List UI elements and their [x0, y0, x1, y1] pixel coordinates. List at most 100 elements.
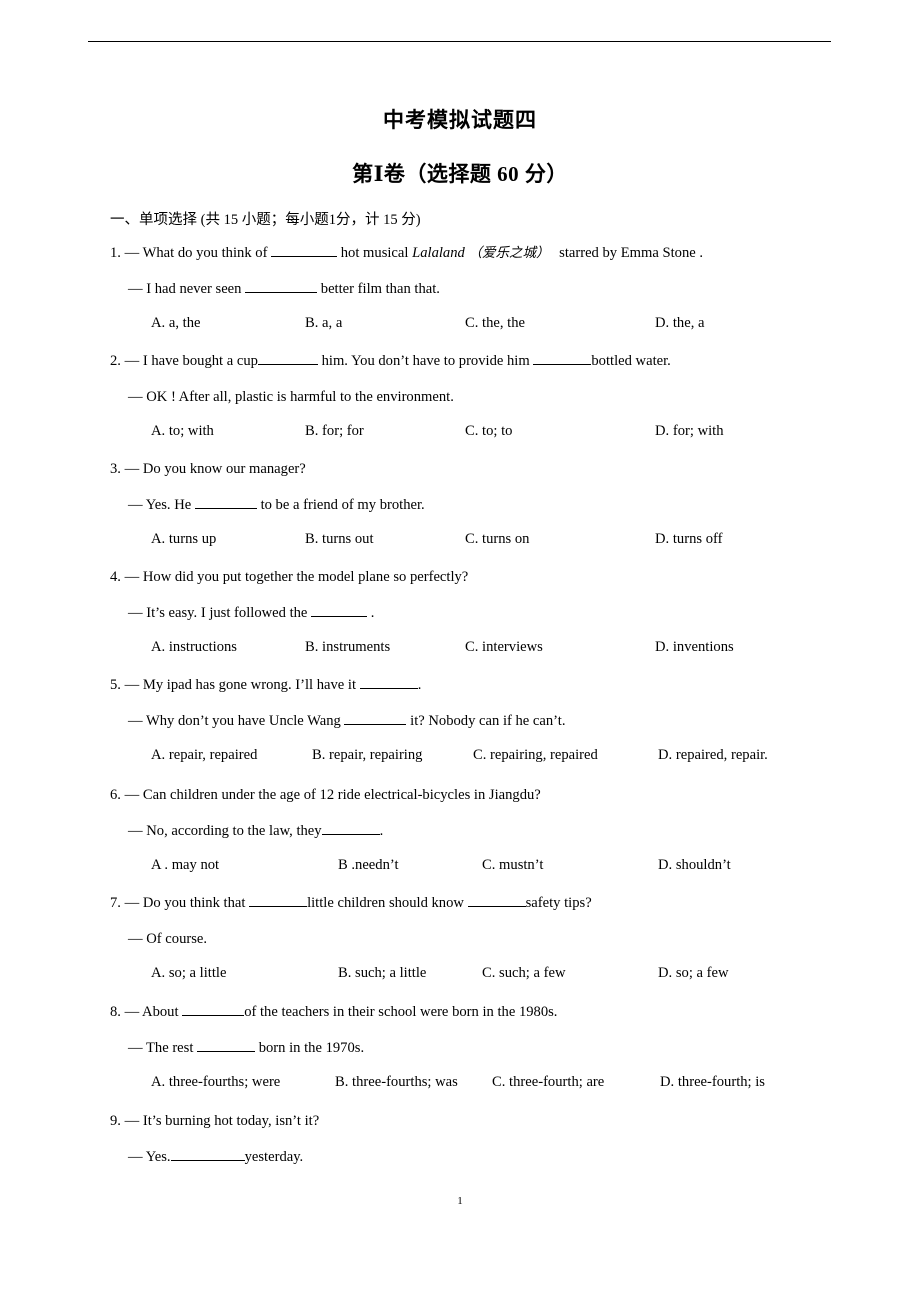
question-5-number: 5. [110, 677, 121, 693]
option-key: C. [492, 1074, 506, 1090]
question-6-option-c[interactable]: C. mustn’t [482, 857, 543, 874]
question-6-reply-pre: — No, according to the law, they [128, 823, 322, 839]
option-key: D. [658, 965, 673, 981]
option-text: for; with [672, 423, 724, 439]
option-key: D. [655, 315, 670, 331]
question-1-reply: — I had never seen better film than that… [128, 279, 910, 300]
question-5-options: A. repair, repaired B. repair, repairing… [110, 747, 910, 771]
question-4-options: A. instructions B. instruments C. interv… [110, 639, 910, 663]
question-1-option-b[interactable]: B. a, a [305, 315, 342, 332]
option-key: B . [338, 857, 356, 873]
question-6-option-a[interactable]: A . may not [151, 857, 219, 874]
question-5-blank-2 [344, 724, 407, 725]
question-7-option-a[interactable]: A. so; a little [151, 965, 226, 982]
question-7-option-d[interactable]: D. so; a few [658, 965, 729, 982]
option-text: repair, repairing [329, 747, 423, 763]
exam-page: 中考模拟试题四 第Ⅰ卷（选择题 60 分） 一、单项选择 (共 15 小题；每小… [0, 0, 920, 1302]
option-key: C. [465, 423, 479, 439]
question-6-stem: 6. — Can children under the age of 12 ri… [110, 785, 910, 806]
question-5-option-b[interactable]: B. repair, repairing [312, 747, 422, 764]
option-key: B. [305, 531, 319, 547]
option-key: B. [312, 747, 326, 763]
question-3-option-b[interactable]: B. turns out [305, 531, 374, 548]
question-2: 2. — I have bought a cup him. You don’t … [110, 351, 910, 447]
question-7-stem-mid: little children should know [307, 895, 464, 911]
question-8-option-a[interactable]: A. three-fourths; were [151, 1074, 280, 1091]
option-text: so; a little [168, 965, 227, 981]
question-2-stem-post: bottled water. [591, 353, 671, 369]
question-2-option-d[interactable]: D. for; with [655, 423, 724, 440]
option-key: B. [305, 315, 319, 331]
option-key: C. [465, 639, 479, 655]
question-6-option-d[interactable]: D. shouldn’t [658, 857, 731, 874]
question-3-option-c[interactable]: C. turns on [465, 531, 529, 548]
question-1-option-d[interactable]: D. the, a [655, 315, 704, 332]
question-4-reply-post: . [370, 605, 375, 621]
option-key: A. [151, 965, 166, 981]
option-key: A. [151, 1074, 166, 1090]
question-8-option-b[interactable]: B. three-fourths; was [335, 1074, 458, 1091]
question-6-stem-text: — Can children under the age of 12 ride … [124, 787, 541, 803]
option-text: mustn’t [499, 857, 544, 873]
question-7: 7. — Do you think that little children s… [110, 893, 910, 989]
question-3-reply-pre: — Yes. He [128, 497, 192, 513]
question-6-option-b[interactable]: B .needn’t [338, 857, 399, 874]
question-1-option-a[interactable]: A. a, the [151, 315, 200, 332]
question-8-options: A. three-fourths; were B. three-fourths;… [110, 1074, 910, 1098]
question-3-option-a[interactable]: A. turns up [151, 531, 216, 548]
option-text: to; to [482, 423, 513, 439]
question-7-blank-2 [467, 906, 526, 907]
option-key: D. [655, 639, 670, 655]
question-8-stem-post: of the teachers in their school were bor… [244, 1004, 558, 1020]
question-2-blank-1 [257, 364, 318, 365]
question-8-option-d[interactable]: D. three-fourth; is [660, 1074, 765, 1091]
option-text: turns on [482, 531, 530, 547]
header-divider-rule [88, 41, 831, 42]
question-4-option-a[interactable]: A. instructions [151, 639, 237, 656]
question-5-option-d[interactable]: D. repaired, repair. [658, 747, 768, 764]
question-7-option-c[interactable]: C. such; a few [482, 965, 566, 982]
question-5-reply-pre: — Why don’t you have Uncle Wang [128, 713, 341, 729]
option-text: three-fourths; were [168, 1074, 281, 1090]
question-4-option-d[interactable]: D. inventions [655, 639, 734, 656]
question-3-stem: 3. — Do you know our manager? [110, 459, 910, 480]
question-2-stem: 2. — I have bought a cup him. You don’t … [110, 351, 910, 372]
question-5-reply: — Why don’t you have Uncle Wang it? Nobo… [128, 711, 910, 732]
question-2-option-c[interactable]: C. to; to [465, 423, 512, 440]
option-text: shouldn’t [675, 857, 731, 873]
question-8-reply-pre: — The rest [128, 1040, 194, 1056]
option-text: for; for [322, 423, 364, 439]
question-2-blank-2 [533, 364, 592, 365]
question-3-option-d[interactable]: D. turns off [655, 531, 722, 548]
option-text: such; a little [355, 965, 427, 981]
question-5-option-c[interactable]: C. repairing, repaired [473, 747, 598, 764]
option-key: A . [151, 857, 169, 873]
question-3: 3. — Do you know our manager? — Yes. He … [110, 459, 910, 555]
option-text: three-fourth; are [509, 1074, 605, 1090]
question-7-stem-post: safety tips? [525, 895, 592, 911]
question-6-reply: — No, according to the law, they. [128, 821, 910, 842]
question-4-option-b[interactable]: B. instruments [305, 639, 390, 656]
question-4-number: 4. [110, 569, 121, 585]
question-2-option-b[interactable]: B. for; for [305, 423, 364, 440]
question-8-option-c[interactable]: C. three-fourth; are [492, 1074, 604, 1091]
question-7-option-b[interactable]: B. such; a little [338, 965, 426, 982]
question-4: 4. — How did you put together the model … [110, 567, 910, 663]
question-4-option-c[interactable]: C. interviews [465, 639, 543, 656]
question-8-blank-2 [197, 1051, 256, 1052]
question-2-stem-mid: him. You don’t have to provide him [321, 353, 530, 369]
question-1-reply-post: better film than that. [320, 281, 440, 297]
question-5-option-a[interactable]: A. repair, repaired [151, 747, 257, 764]
question-7-options: A. so; a little B. such; a little C. suc… [110, 965, 910, 989]
question-9: 9. — It’s burning hot today, isn’t it? —… [110, 1111, 910, 1168]
option-text: interviews [482, 639, 543, 655]
question-2-option-a[interactable]: A. to; with [151, 423, 214, 440]
question-4-stem-text: — How did you put together the model pla… [124, 569, 469, 585]
question-9-blank-1 [170, 1160, 245, 1161]
question-7-reply: — Of course. [128, 931, 208, 947]
question-5-blank-1 [359, 688, 418, 689]
question-8-number: 8. [110, 1004, 121, 1020]
option-text: to; with [168, 423, 214, 439]
question-1-option-c[interactable]: C. the, the [465, 315, 525, 332]
question-1-stem-post-b: starred by Emma Stone . [559, 245, 704, 261]
